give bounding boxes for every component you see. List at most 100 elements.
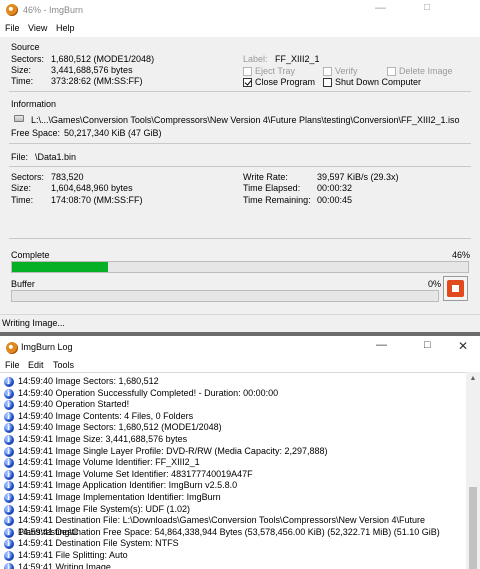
stop-icon	[447, 280, 464, 297]
scroll-up-icon[interactable]: ▲	[466, 372, 480, 386]
log-window-title: ImgBurn Log	[21, 342, 73, 352]
main-menu-bar: File View Help	[0, 20, 480, 37]
info-icon	[4, 469, 14, 480]
main-window-title: 46% - ImgBurn	[23, 5, 84, 15]
complete-progress-bar	[11, 261, 469, 273]
log-entry-text: 14:59:41 Image Implementation Identifier…	[18, 492, 221, 502]
file-value: \Data1.bin	[35, 152, 77, 162]
log-menu-tools[interactable]: Tools	[53, 360, 74, 370]
destination-path: L:\...\Games\Conversion Tools\Compressor…	[31, 115, 460, 125]
eject-tray-checkbox[interactable]	[243, 67, 252, 76]
maximize-icon[interactable]: □	[424, 339, 431, 351]
info-sectors-label: Sectors:	[11, 172, 45, 182]
info-icon	[4, 504, 14, 515]
file-label: File:	[11, 152, 29, 162]
complete-progress-fill	[12, 262, 109, 272]
info-icon	[4, 492, 14, 503]
log-entry: 14:59:40 Image Sectors: 1,680,512 (MODE1…	[0, 422, 466, 434]
buffer-progress-bar	[11, 290, 439, 302]
log-entry: 14:59:41 Image Volume Identifier: FF_XII…	[0, 457, 466, 469]
buffer-label: Buffer	[11, 279, 35, 289]
log-entry: 14:59:41 Image Volume Set Identifier: 48…	[0, 469, 466, 481]
info-size-label: Size:	[11, 183, 32, 193]
log-entry: 14:59:41 Destination File: L:\Downloads\…	[0, 515, 466, 537]
close-program-checkbox[interactable]	[243, 78, 252, 87]
log-entry: 14:59:41 Image Size: 3,441,688,576 bytes	[0, 434, 466, 446]
menu-file[interactable]: File	[5, 23, 20, 33]
free-space-value: 50,217,340 KiB (47 GiB)	[64, 128, 162, 138]
log-entry-text: 14:59:41 Image Single Layer Profile: DVD…	[18, 445, 328, 456]
divider	[9, 143, 471, 144]
log-entry-text: 14:59:41 Destination File System: NTFS	[18, 538, 179, 549]
menu-view[interactable]: View	[28, 23, 47, 33]
log-entry: 14:59:40 Operation Started!	[0, 399, 466, 411]
delete-image-checkbox[interactable]	[387, 67, 396, 76]
close-program-label: Close Program	[255, 77, 316, 87]
complete-label: Complete	[11, 250, 50, 260]
free-space-label: Free Space:	[11, 128, 61, 138]
divider	[9, 166, 471, 167]
info-icon	[4, 538, 14, 550]
info-time-label: Time:	[11, 195, 34, 205]
log-entry-text: 14:59:40 Image Sectors: 1,680,512 (MODE1…	[18, 422, 222, 433]
log-scrollbar[interactable]: ▲	[466, 372, 480, 569]
log-entry: 14:59:41 Image Implementation Identifier…	[0, 492, 466, 504]
log-entry-text: 14:59:41 Image Application Identifier: I…	[18, 480, 238, 491]
log-entry-text: 14:59:40 Operation Started!	[18, 399, 130, 410]
close-icon[interactable]: ✕	[458, 339, 468, 353]
source-time-label: Time:	[11, 76, 34, 86]
write-rate-value: 39,597 KiB/s (29.3x)	[317, 172, 399, 182]
info-icon	[4, 550, 14, 561]
log-entry-text: 14:59:41 Image Volume Identifier: FF_XII…	[18, 457, 200, 468]
maximize-icon[interactable]: □	[424, 2, 430, 13]
verify-checkbox[interactable]	[323, 67, 332, 76]
shut-down-checkbox[interactable]	[323, 78, 332, 87]
shut-down-label: Shut Down Computer	[335, 77, 422, 87]
info-icon	[4, 411, 14, 422]
time-elapsed-label: Time Elapsed:	[243, 183, 301, 193]
imgburn-main-window: 46% - ImgBurn — □ File View Help Source …	[0, 0, 480, 332]
log-entry-text: 14:59:41 Image Volume Set Identifier: 48…	[18, 468, 253, 479]
log-entry: 14:59:41 Writing Image...	[0, 562, 466, 569]
log-entry: 14:59:40 Image Contents: 4 Files, 0 Fold…	[0, 411, 466, 423]
log-entry: 14:59:41 Image File System(s): UDF (1.02…	[0, 504, 466, 516]
complete-percent: 46%	[452, 250, 471, 260]
log-entry: 14:59:41 Destination Free Space: 54,864,…	[0, 527, 466, 539]
source-sectors-label: Sectors:	[11, 54, 45, 64]
log-entry-text: 14:59:41 Image Size: 3,441,688,576 bytes	[18, 434, 188, 444]
drive-icon	[14, 115, 24, 122]
log-entry-text: 14:59:41 File Splitting: Auto	[18, 550, 128, 560]
info-icon	[4, 480, 14, 492]
stop-button[interactable]	[443, 276, 468, 301]
write-rate-label: Write Rate:	[243, 172, 288, 182]
log-entry: 14:59:40 Operation Successfully Complete…	[0, 388, 466, 400]
source-size-label: Size:	[11, 65, 32, 75]
log-menu-file[interactable]: File	[5, 360, 20, 370]
minimize-icon[interactable]: —	[376, 339, 387, 351]
log-list[interactable]: 14:59:40 Image Sectors: 1,680,51214:59:4…	[0, 372, 466, 569]
log-entry-text: 14:59:40 Image Sectors: 1,680,512	[18, 376, 159, 386]
scroll-thumb[interactable]	[469, 487, 477, 569]
log-entry: 14:59:41 Destination File System: NTFS	[0, 538, 466, 550]
log-entry-text: 14:59:41 Destination Free Space: 54,864,…	[18, 526, 440, 537]
info-icon	[4, 527, 14, 538]
delete-image-label: Delete Image	[399, 66, 453, 76]
log-menu-edit[interactable]: Edit	[28, 360, 44, 370]
info-icon	[4, 446, 14, 457]
log-entry: 14:59:41 File Splitting: Auto	[0, 550, 466, 562]
time-remaining-label: Time Remaining:	[243, 195, 311, 205]
status-text: Writing Image...	[2, 318, 65, 328]
minimize-icon[interactable]: —	[375, 2, 386, 14]
log-entry: 14:59:41 Image Application Identifier: I…	[0, 480, 466, 492]
divider	[9, 238, 471, 239]
log-entry: 14:59:40 Image Sectors: 1,680,512	[0, 376, 466, 388]
info-size-value: 1,604,648,960 bytes	[51, 183, 133, 193]
source-label-label: Label:	[243, 54, 268, 64]
log-entry-text: 14:59:40 Image Contents: 4 Files, 0 Fold…	[18, 410, 194, 421]
info-icon	[4, 399, 14, 411]
time-elapsed-value: 00:00:32	[317, 183, 353, 193]
verify-label: Verify	[335, 66, 358, 76]
log-entry-text: 14:59:40 Operation Successfully Complete…	[18, 387, 279, 398]
info-icon	[4, 434, 14, 445]
menu-help[interactable]: Help	[56, 23, 75, 33]
